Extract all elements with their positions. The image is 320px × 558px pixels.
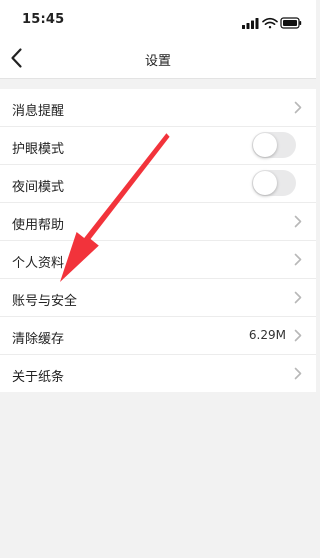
settings-row-label: 清除缓存 xyxy=(12,332,65,347)
toggle-knob xyxy=(253,171,277,195)
chevron-right-icon xyxy=(294,291,302,304)
settings-row-help[interactable]: 使用帮助 xyxy=(0,203,316,241)
chevron-right-icon xyxy=(294,329,302,342)
wifi-icon xyxy=(262,17,278,29)
settings-row-label: 个人资料 xyxy=(12,256,65,271)
status-bar: 15:45 xyxy=(0,0,316,38)
chevron-right-icon xyxy=(294,101,302,114)
settings-row-account-security[interactable]: 账号与安全 xyxy=(0,279,316,317)
status-icons xyxy=(242,14,302,29)
settings-row-label: 夜间模式 xyxy=(12,180,65,195)
settings-row-night-mode: 夜间模式 xyxy=(0,165,316,203)
settings-row-label: 使用帮助 xyxy=(12,218,65,233)
settings-row-label: 账号与安全 xyxy=(12,294,78,309)
chevron-right-icon xyxy=(294,253,302,266)
status-time: 15:45 xyxy=(22,12,65,27)
settings-row-label: 护眼模式 xyxy=(12,142,65,157)
settings-row-message-reminder[interactable]: 消息提醒 xyxy=(0,89,316,127)
settings-row-about[interactable]: 关于纸条 xyxy=(0,355,316,392)
chevron-right-icon xyxy=(294,367,302,380)
battery-icon xyxy=(280,17,302,29)
cache-size-value: 6.29M xyxy=(248,328,286,342)
chevron-right-icon xyxy=(294,215,302,228)
signal-icon xyxy=(242,18,259,29)
settings-row-label: 消息提醒 xyxy=(12,104,65,119)
navigation-bar: 设置 xyxy=(0,38,316,79)
settings-list: 消息提醒 护眼模式 夜间模式 使用帮助 个人资料 账号与安全 清除缓存 6.29… xyxy=(0,89,316,392)
settings-row-clear-cache[interactable]: 清除缓存 6.29M xyxy=(0,317,316,355)
eye-protection-toggle[interactable] xyxy=(252,132,296,158)
settings-row-profile[interactable]: 个人资料 xyxy=(0,241,316,279)
night-mode-toggle[interactable] xyxy=(252,170,296,196)
page-title: 设置 xyxy=(144,54,171,69)
settings-row-label: 关于纸条 xyxy=(12,370,65,385)
toggle-knob xyxy=(253,133,277,157)
settings-row-eye-protection: 护眼模式 xyxy=(0,127,316,165)
